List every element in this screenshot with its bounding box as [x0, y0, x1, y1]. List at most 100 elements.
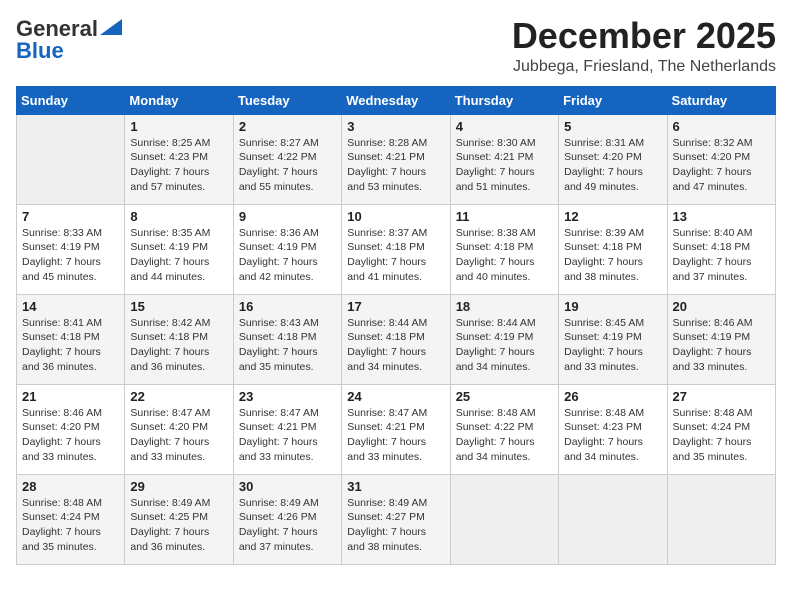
- day-info: Sunrise: 8:46 AMSunset: 4:19 PMDaylight:…: [673, 316, 770, 375]
- calendar: SundayMondayTuesdayWednesdayThursdayFrid…: [16, 86, 776, 565]
- day-info: Sunrise: 8:48 AMSunset: 4:24 PMDaylight:…: [673, 406, 770, 465]
- day-number: 20: [673, 299, 770, 314]
- calendar-cell: 30 Sunrise: 8:49 AMSunset: 4:26 PMDayligh…: [233, 474, 341, 564]
- day-number: 21: [22, 389, 119, 404]
- day-number: 8: [130, 209, 227, 224]
- day-info: Sunrise: 8:48 AMSunset: 4:22 PMDaylight:…: [456, 406, 553, 465]
- day-info: Sunrise: 8:46 AMSunset: 4:20 PMDaylight:…: [22, 406, 119, 465]
- calendar-cell: 1Sunrise: 8:25 AMSunset: 4:23 PMDaylight…: [125, 114, 233, 204]
- calendar-cell: [450, 474, 558, 564]
- calendar-cell: 16 Sunrise: 8:43 AMSunset: 4:18 PMDayligh…: [233, 294, 341, 384]
- calendar-cell: 10Sunrise: 8:37 AMSunset: 4:18 PMDayligh…: [342, 204, 450, 294]
- day-info: Sunrise: 8:42 AMSunset: 4:18 PMDaylight:…: [130, 316, 227, 375]
- day-info: Sunrise: 8:43 AMSunset: 4:18 PMDaylight:…: [239, 316, 336, 375]
- day-info: Sunrise: 8:32 AMSunset: 4:20 PMDaylight:…: [673, 136, 770, 195]
- calendar-cell: 4 Sunrise: 8:30 AMSunset: 4:21 PMDaylight…: [450, 114, 558, 204]
- day-number: 4: [456, 119, 553, 134]
- week-row-3: 14 Sunrise: 8:41 AMSunset: 4:18 PMDayligh…: [17, 294, 776, 384]
- day-info: Sunrise: 8:47 AMSunset: 4:21 PMDaylight:…: [239, 406, 336, 465]
- calendar-cell: 8 Sunrise: 8:35 AMSunset: 4:19 PMDaylight…: [125, 204, 233, 294]
- calendar-cell: 17 Sunrise: 8:44 AMSunset: 4:18 PMDayligh…: [342, 294, 450, 384]
- day-number: 6: [673, 119, 770, 134]
- week-row-2: 7Sunrise: 8:33 AMSunset: 4:19 PMDaylight…: [17, 204, 776, 294]
- day-info: Sunrise: 8:36 AMSunset: 4:19 PMDaylight:…: [239, 226, 336, 285]
- day-number: 18: [456, 299, 553, 314]
- calendar-cell: 18 Sunrise: 8:44 AMSunset: 4:19 PMDayligh…: [450, 294, 558, 384]
- logo-icon: [100, 19, 122, 35]
- day-of-week-monday: Monday: [125, 86, 233, 114]
- calendar-cell: 9 Sunrise: 8:36 AMSunset: 4:19 PMDaylight…: [233, 204, 341, 294]
- day-info: Sunrise: 8:27 AMSunset: 4:22 PMDaylight:…: [239, 136, 336, 195]
- day-info: Sunrise: 8:47 AMSunset: 4:20 PMDaylight:…: [130, 406, 227, 465]
- day-number: 31: [347, 479, 444, 494]
- day-info: Sunrise: 8:49 AMSunset: 4:25 PMDaylight:…: [130, 496, 227, 555]
- day-number: 9: [239, 209, 336, 224]
- calendar-cell: 15 Sunrise: 8:42 AMSunset: 4:18 PMDayligh…: [125, 294, 233, 384]
- day-number: 3: [347, 119, 444, 134]
- calendar-cell: 22 Sunrise: 8:47 AMSunset: 4:20 PMDayligh…: [125, 384, 233, 474]
- day-number: 25: [456, 389, 553, 404]
- calendar-cell: 25 Sunrise: 8:48 AMSunset: 4:22 PMDayligh…: [450, 384, 558, 474]
- calendar-cell: 21 Sunrise: 8:46 AMSunset: 4:20 PMDayligh…: [17, 384, 125, 474]
- day-number: 30: [239, 479, 336, 494]
- day-info: Sunrise: 8:41 AMSunset: 4:18 PMDaylight:…: [22, 316, 119, 375]
- day-info: Sunrise: 8:39 AMSunset: 4:18 PMDaylight:…: [564, 226, 661, 285]
- day-info: Sunrise: 8:31 AMSunset: 4:20 PMDaylight:…: [564, 136, 661, 195]
- day-info: Sunrise: 8:48 AMSunset: 4:23 PMDaylight:…: [564, 406, 661, 465]
- day-info: Sunrise: 8:33 AMSunset: 4:19 PMDaylight:…: [22, 226, 119, 285]
- day-number: 23: [239, 389, 336, 404]
- calendar-cell: 29 Sunrise: 8:49 AMSunset: 4:25 PMDayligh…: [125, 474, 233, 564]
- day-info: Sunrise: 8:44 AMSunset: 4:18 PMDaylight:…: [347, 316, 444, 375]
- day-of-week-friday: Friday: [559, 86, 667, 114]
- day-of-week-wednesday: Wednesday: [342, 86, 450, 114]
- day-number: 14: [22, 299, 119, 314]
- calendar-cell: 20 Sunrise: 8:46 AMSunset: 4:19 PMDayligh…: [667, 294, 775, 384]
- day-of-week-thursday: Thursday: [450, 86, 558, 114]
- week-row-1: 1Sunrise: 8:25 AMSunset: 4:23 PMDaylight…: [17, 114, 776, 204]
- day-number: 13: [673, 209, 770, 224]
- calendar-cell: 3 Sunrise: 8:28 AMSunset: 4:21 PMDaylight…: [342, 114, 450, 204]
- calendar-cell: [667, 474, 775, 564]
- day-info: Sunrise: 8:48 AMSunset: 4:24 PMDaylight:…: [22, 496, 119, 555]
- calendar-cell: 23 Sunrise: 8:47 AMSunset: 4:21 PMDayligh…: [233, 384, 341, 474]
- calendar-cell: 11Sunrise: 8:38 AMSunset: 4:18 PMDayligh…: [450, 204, 558, 294]
- month-title: December 2025: [512, 16, 776, 56]
- day-info: Sunrise: 8:44 AMSunset: 4:19 PMDaylight:…: [456, 316, 553, 375]
- day-info: Sunrise: 8:35 AMSunset: 4:19 PMDaylight:…: [130, 226, 227, 285]
- calendar-cell: 2 Sunrise: 8:27 AMSunset: 4:22 PMDaylight…: [233, 114, 341, 204]
- day-number: 11: [456, 209, 553, 224]
- calendar-cell: 14 Sunrise: 8:41 AMSunset: 4:18 PMDayligh…: [17, 294, 125, 384]
- day-number: 28: [22, 479, 119, 494]
- day-number: 27: [673, 389, 770, 404]
- title-section: December 2025 Jubbega, Friesland, The Ne…: [512, 16, 776, 76]
- calendar-cell: 24 Sunrise: 8:47 AMSunset: 4:21 PMDayligh…: [342, 384, 450, 474]
- day-number: 2: [239, 119, 336, 134]
- day-number: 12: [564, 209, 661, 224]
- day-info: Sunrise: 8:37 AMSunset: 4:18 PMDaylight:…: [347, 226, 444, 285]
- day-of-week-sunday: Sunday: [17, 86, 125, 114]
- day-info: Sunrise: 8:28 AMSunset: 4:21 PMDaylight:…: [347, 136, 444, 195]
- calendar-cell: 12 Sunrise: 8:39 AMSunset: 4:18 PMDayligh…: [559, 204, 667, 294]
- calendar-cell: 28 Sunrise: 8:48 AMSunset: 4:24 PMDayligh…: [17, 474, 125, 564]
- day-info: Sunrise: 8:47 AMSunset: 4:21 PMDaylight:…: [347, 406, 444, 465]
- day-number: 17: [347, 299, 444, 314]
- location-subtitle: Jubbega, Friesland, The Netherlands: [512, 58, 776, 76]
- calendar-cell: 19Sunrise: 8:45 AMSunset: 4:19 PMDayligh…: [559, 294, 667, 384]
- day-number: 29: [130, 479, 227, 494]
- day-info: Sunrise: 8:30 AMSunset: 4:21 PMDaylight:…: [456, 136, 553, 195]
- day-number: 16: [239, 299, 336, 314]
- day-number: 15: [130, 299, 227, 314]
- calendar-cell: 6 Sunrise: 8:32 AMSunset: 4:20 PMDaylight…: [667, 114, 775, 204]
- day-of-week-tuesday: Tuesday: [233, 86, 341, 114]
- day-info: Sunrise: 8:25 AMSunset: 4:23 PMDaylight:…: [130, 136, 227, 195]
- day-number: 22: [130, 389, 227, 404]
- calendar-cell: 5Sunrise: 8:31 AMSunset: 4:20 PMDaylight…: [559, 114, 667, 204]
- day-number: 19: [564, 299, 661, 314]
- day-info: Sunrise: 8:49 AMSunset: 4:26 PMDaylight:…: [239, 496, 336, 555]
- calendar-cell: 7Sunrise: 8:33 AMSunset: 4:19 PMDaylight…: [17, 204, 125, 294]
- logo: General Blue: [16, 16, 122, 64]
- header: General Blue December 2025 Jubbega, Frie…: [16, 16, 776, 76]
- day-info: Sunrise: 8:49 AMSunset: 4:27 PMDaylight:…: [347, 496, 444, 555]
- day-of-week-saturday: Saturday: [667, 86, 775, 114]
- day-number: 24: [347, 389, 444, 404]
